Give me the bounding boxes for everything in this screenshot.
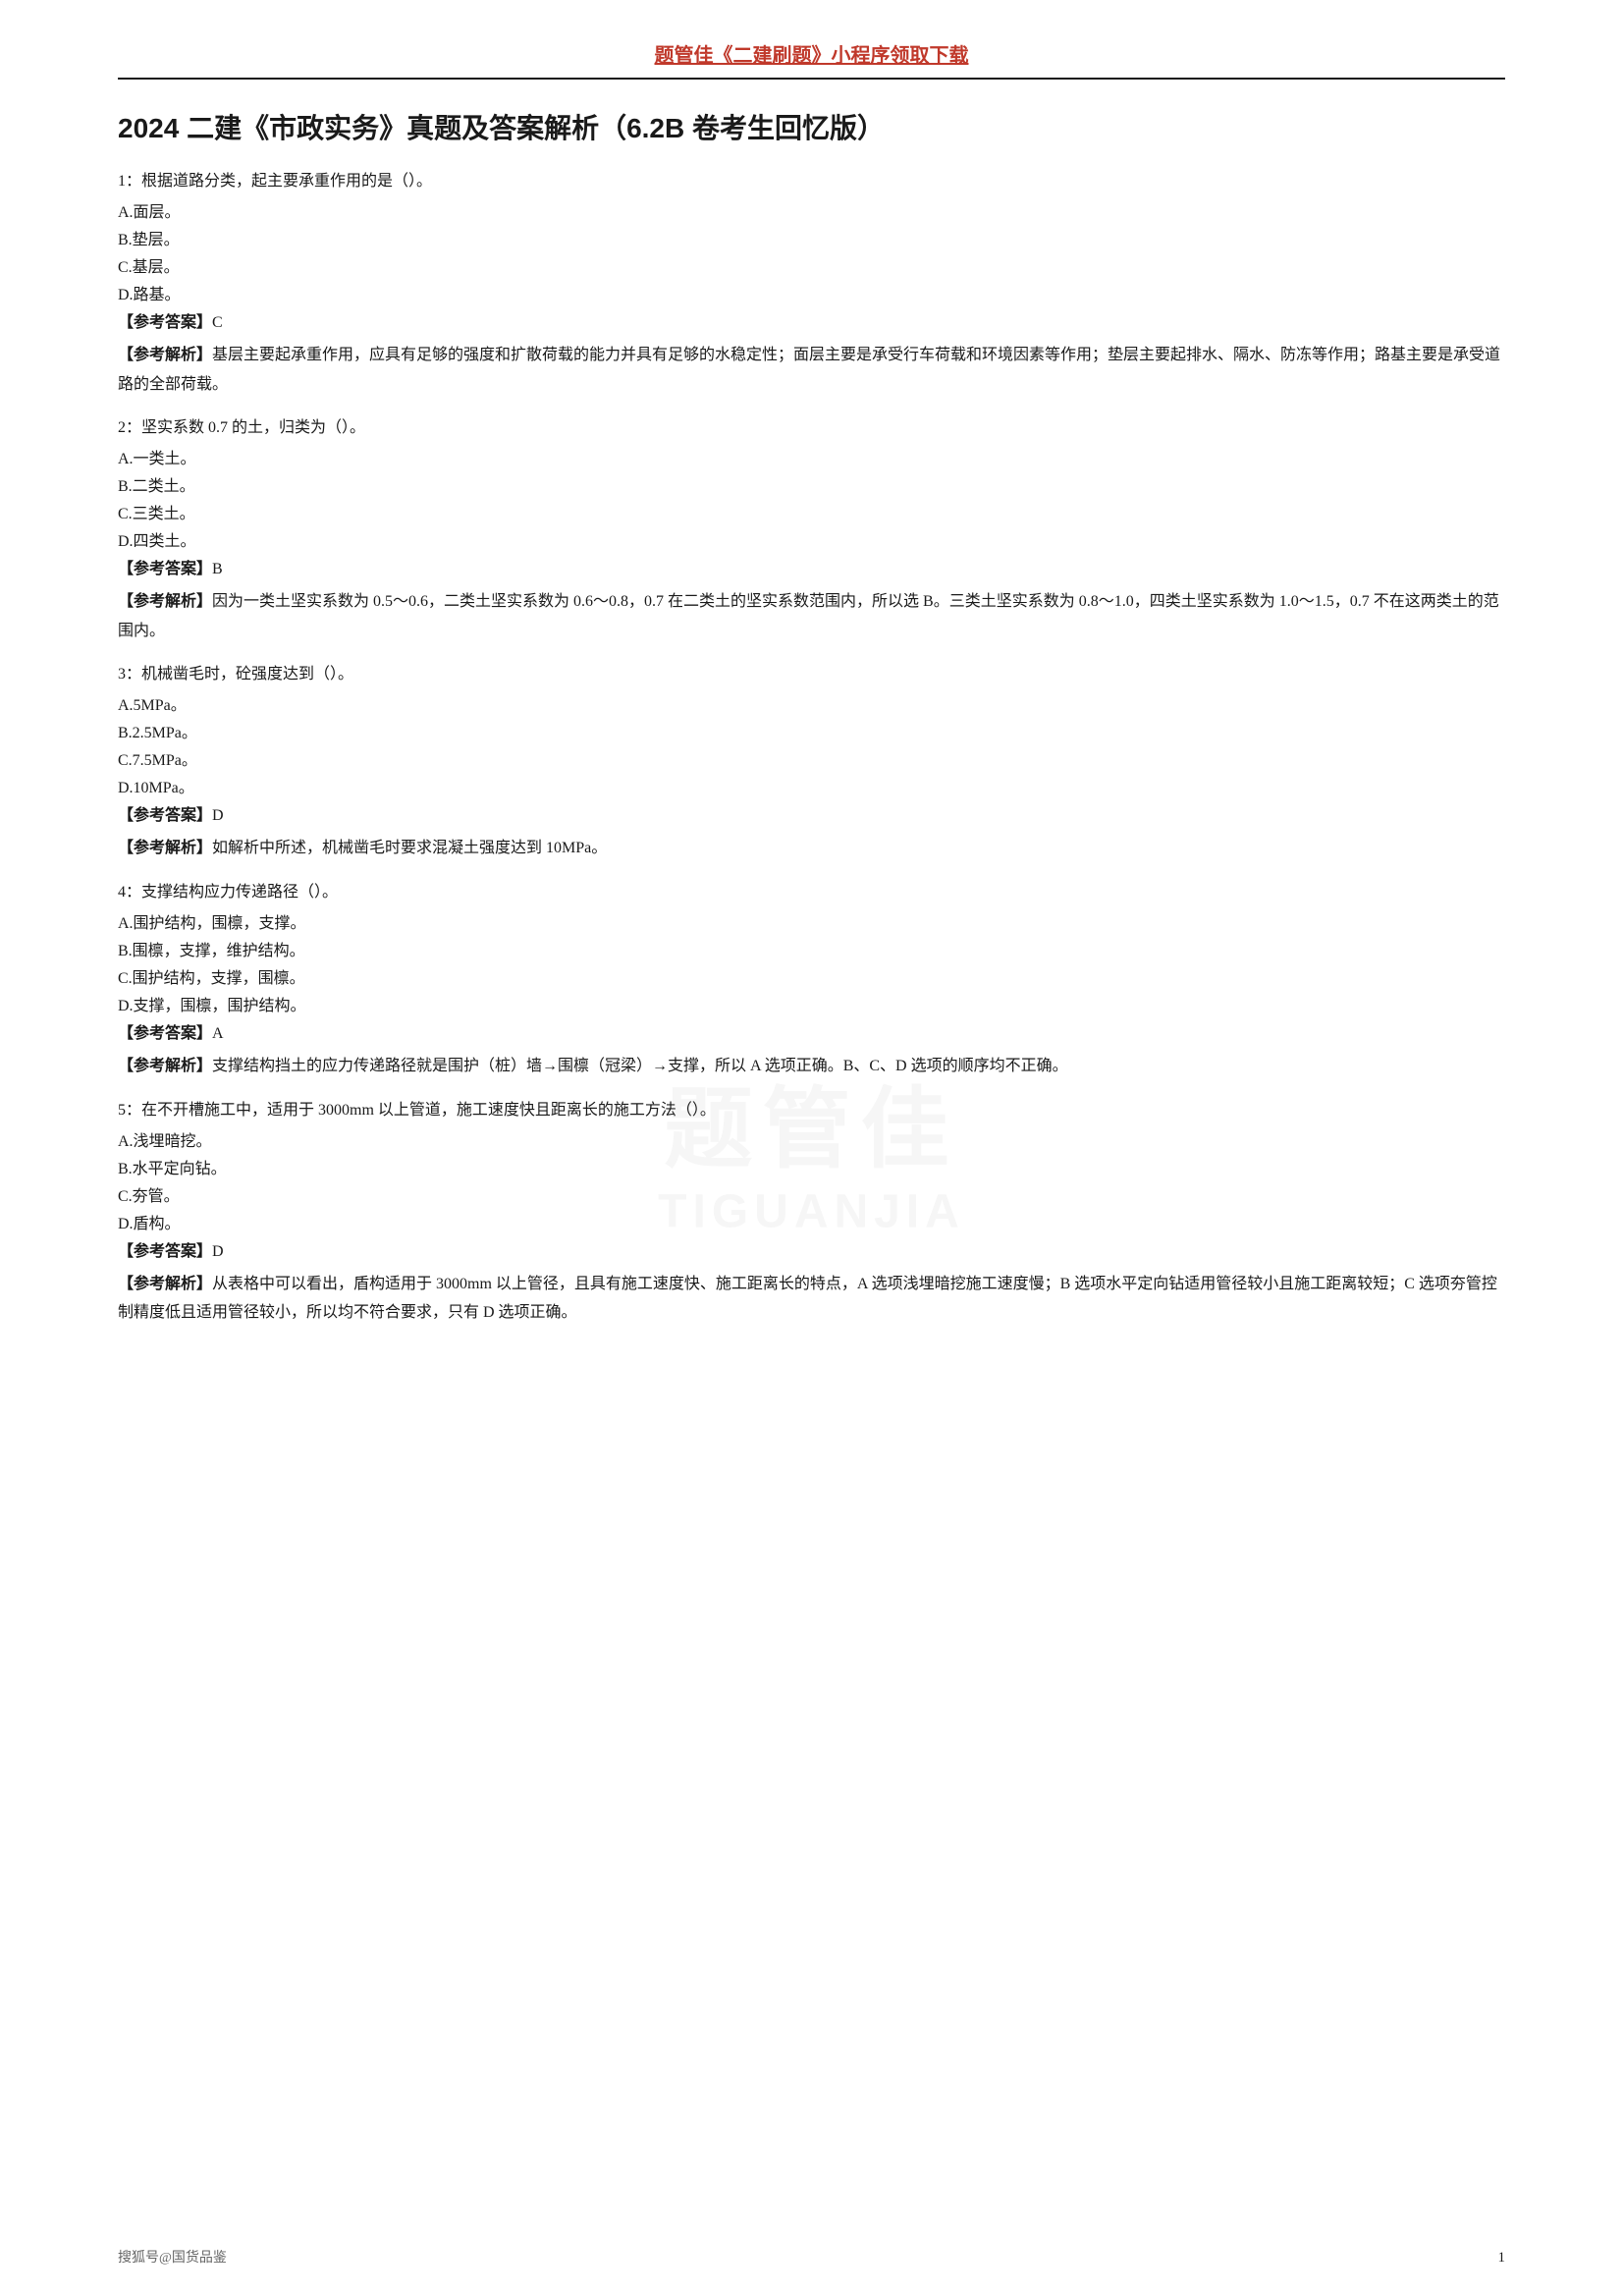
answer-label-5: 【参考答案】 [118, 1243, 212, 1260]
answer-value-5: D [212, 1243, 224, 1260]
analysis-text-4: 支撑结构挡土的应力传递路径就是围护（桩）墙→围檩（冠梁）→支撑，所以 A 选项正… [212, 1058, 1068, 1074]
option-1c: C.基层。 [118, 254, 1505, 282]
analysis-2: 【参考解析】因为一类土坚实系数为 0.5～0.6，二类土坚实系数为 0.6～0.… [118, 587, 1505, 645]
answer-label-4: 【参考答案】 [118, 1025, 212, 1042]
option-4b: B.围檩，支撑，维护结构。 [118, 938, 1505, 965]
analysis-text-2: 因为一类土坚实系数为 0.5～0.6，二类土坚实系数为 0.6～0.8，0.7 … [118, 593, 1499, 639]
analysis-label-5: 【参考解析】 [118, 1276, 212, 1292]
answer-label-3: 【参考答案】 [118, 807, 212, 824]
question-text-4: 4：支撑结构应力传递路径（）。 [118, 879, 1505, 906]
answer-value-3: D [212, 807, 224, 824]
answer-4: 【参考答案】A [118, 1020, 1505, 1048]
analysis-5: 【参考解析】从表格中可以看出，盾构适用于 3000mm 以上管径，且具有施工速度… [118, 1270, 1505, 1328]
header-divider [118, 78, 1505, 80]
option-2b: B.二类土。 [118, 473, 1505, 501]
option-5d: D.盾构。 [118, 1211, 1505, 1238]
option-2d: D.四类土。 [118, 528, 1505, 556]
option-5b: B.水平定向钻。 [118, 1156, 1505, 1183]
question-block-4: 4：支撑结构应力传递路径（）。 A.围护结构，围檩，支撑。 B.围檩，支撑，维护… [118, 879, 1505, 1081]
analysis-label-4: 【参考解析】 [118, 1058, 212, 1074]
answer-3: 【参考答案】D [118, 802, 1505, 830]
analysis-label-2: 【参考解析】 [118, 593, 212, 610]
analysis-4: 【参考解析】支撑结构挡土的应力传递路径就是围护（桩）墙→围檩（冠梁）→支撑，所以… [118, 1052, 1505, 1081]
answer-1: 【参考答案】C [118, 309, 1505, 337]
option-5a: A.浅埋暗挖。 [118, 1128, 1505, 1156]
footer-source: 搜狐号@国货品鉴 [118, 2247, 227, 2267]
question-block-1: 1：根据道路分类，起主要承重作用的是（）。 A.面层。 B.垫层。 C.基层。 … [118, 168, 1505, 399]
analysis-label-3: 【参考解析】 [118, 840, 212, 856]
option-3a: A.5MPa。 [118, 692, 1505, 720]
question-text-5: 5：在不开槽施工中，适用于 3000mm 以上管道，施工速度快且距离长的施工方法… [118, 1097, 1505, 1124]
analysis-3: 【参考解析】如解析中所述，机械凿毛时要求混凝土强度达到 10MPa。 [118, 834, 1505, 863]
option-3d: D.10MPa。 [118, 775, 1505, 802]
answer-value-1: C [212, 314, 223, 331]
analysis-text-1: 基层主要起承重作用，应具有足够的强度和扩散荷载的能力并具有足够的水稳定性；面层主… [118, 347, 1500, 393]
analysis-text-5: 从表格中可以看出，盾构适用于 3000mm 以上管径，且具有施工速度快、施工距离… [118, 1276, 1497, 1322]
question-text-2: 2：坚实系数 0.7 的土，归类为（）。 [118, 414, 1505, 442]
answer-value-2: B [212, 561, 223, 577]
page-container: 题管佳 TIGUANJIA 题管佳《二建刷题》小程序领取下载 2024 二建《市… [0, 0, 1623, 2296]
question-block-5: 5：在不开槽施工中，适用于 3000mm 以上管道，施工速度快且距离长的施工方法… [118, 1097, 1505, 1328]
question-block-2: 2：坚实系数 0.7 的土，归类为（）。 A.一类土。 B.二类土。 C.三类土… [118, 414, 1505, 645]
analysis-label-1: 【参考解析】 [118, 347, 212, 363]
option-2c: C.三类土。 [118, 501, 1505, 528]
option-1b: B.垫层。 [118, 227, 1505, 254]
header-title[interactable]: 题管佳《二建刷题》小程序领取下载 [655, 45, 969, 67]
option-4a: A.围护结构，围檩，支撑。 [118, 910, 1505, 938]
option-4d: D.支撑，围檩，围护结构。 [118, 993, 1505, 1020]
question-text-3: 3：机械凿毛时，砼强度达到（）。 [118, 661, 1505, 688]
option-1a: A.面层。 [118, 199, 1505, 227]
option-3b: B.2.5MPa。 [118, 720, 1505, 747]
doc-title: 2024 二建《市政实务》真题及答案解析（6.2B 卷考生回忆版） [118, 107, 1505, 146]
page-number: 1 [1498, 2250, 1506, 2267]
analysis-1: 【参考解析】基层主要起承重作用，应具有足够的强度和扩散荷载的能力并具有足够的水稳… [118, 341, 1505, 399]
analysis-text-3: 如解析中所述，机械凿毛时要求混凝土强度达到 10MPa。 [212, 840, 607, 856]
answer-value-4: A [212, 1025, 224, 1042]
header-banner: 题管佳《二建刷题》小程序领取下载 [118, 39, 1505, 68]
option-2a: A.一类土。 [118, 446, 1505, 473]
answer-label-2: 【参考答案】 [118, 561, 212, 577]
option-3c: C.7.5MPa。 [118, 747, 1505, 775]
answer-5: 【参考答案】D [118, 1238, 1505, 1266]
option-1d: D.路基。 [118, 282, 1505, 309]
answer-label-1: 【参考答案】 [118, 314, 212, 331]
option-4c: C.围护结构，支撑，围檩。 [118, 965, 1505, 993]
question-text-1: 1：根据道路分类，起主要承重作用的是（）。 [118, 168, 1505, 195]
question-block-3: 3：机械凿毛时，砼强度达到（）。 A.5MPa。 B.2.5MPa。 C.7.5… [118, 661, 1505, 863]
answer-2: 【参考答案】B [118, 556, 1505, 583]
option-5c: C.夯管。 [118, 1183, 1505, 1211]
